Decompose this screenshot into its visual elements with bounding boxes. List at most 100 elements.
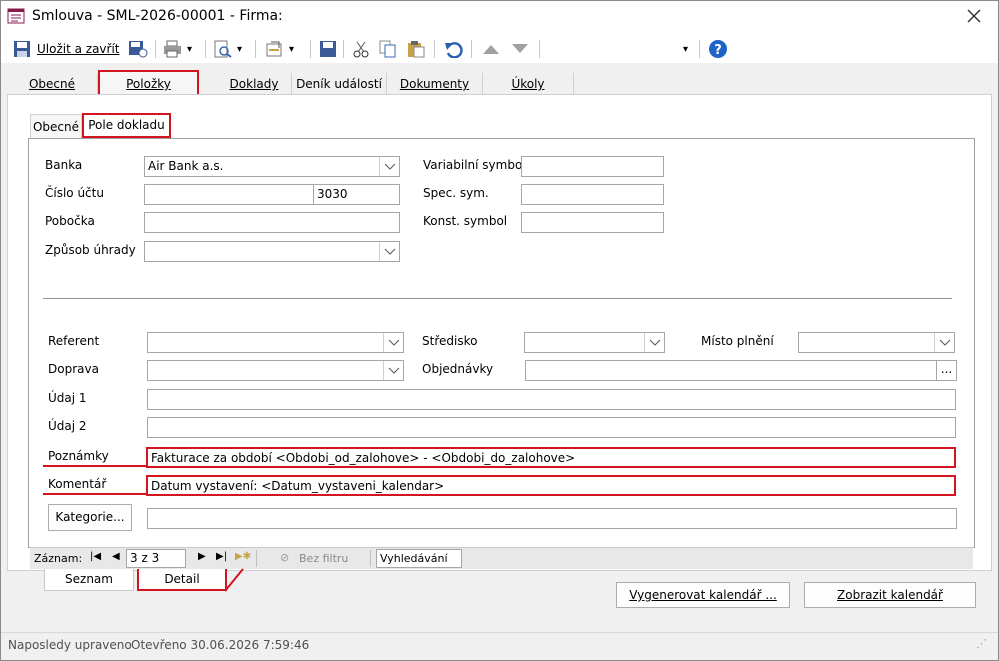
variabilni-label: Variabilní symbol (423, 158, 526, 172)
objednavky-label: Objednávky (422, 362, 494, 376)
udaj2-input[interactable] (147, 417, 956, 438)
poznamky-input[interactable]: Fakturace za období <Obdobi_od_zalohove>… (146, 447, 956, 468)
tab-doklady-label: Doklady (229, 77, 279, 91)
next-record-icon[interactable]: ▶ (198, 551, 206, 562)
move-up-button[interactable] (481, 38, 501, 60)
paste-icon (408, 41, 425, 58)
subtab-pole-label: Pole dokladu (88, 118, 165, 132)
doprava-select[interactable] (147, 360, 404, 381)
copy-button[interactable] (379, 38, 397, 60)
banka-select[interactable]: Air Bank a.s. (144, 156, 400, 177)
save-icon-button[interactable] (128, 38, 148, 60)
komentar-input[interactable]: Datum vystavení: <Datum_vystaveni_kalend… (146, 475, 956, 496)
help-button[interactable]: ? (708, 38, 728, 60)
copy-icon (379, 40, 396, 58)
ellipsis-label: ... (940, 362, 953, 376)
cislo-uctu-input[interactable] (144, 184, 314, 205)
poznamky-underline (43, 465, 147, 467)
subtab-pole-dokladu[interactable]: Pole dokladu (82, 113, 171, 138)
paste-button[interactable] (407, 38, 425, 60)
kod-banky-input[interactable]: 3030 (313, 184, 400, 205)
generate-calendar-label: Vygenerovat kalendář ... (629, 588, 777, 602)
chevron-down-icon[interactable] (379, 157, 399, 176)
tab-polozky-label: Položky (126, 77, 171, 91)
udaj1-label: Údaj 1 (48, 391, 87, 405)
preview-dropdown-icon[interactable]: ▾ (237, 44, 242, 55)
tab-denik-label: Deník událostí (296, 77, 382, 91)
search-input[interactable]: Vyhledávání (376, 549, 462, 568)
save-close-button[interactable]: Uložit a zavřít (13, 38, 120, 60)
title-bar: Smlouva - SML-2026-00001 - Firma: (1, 1, 998, 33)
resize-grip-icon[interactable]: ⋰ (976, 637, 987, 650)
pobocka-input[interactable] (144, 212, 400, 233)
cut-button[interactable] (352, 38, 370, 60)
subtab-obecne[interactable]: Obecné (30, 114, 82, 140)
doprava-label: Doprava (48, 362, 99, 376)
record-position-input[interactable]: 3 z 3 (126, 549, 186, 568)
print-dropdown-icon[interactable]: ▾ (187, 44, 192, 55)
misto-plneni-label: Místo plnění (701, 334, 774, 348)
tab-polozky[interactable]: Položky (98, 70, 199, 97)
zpusob-uhrady-label: Způsob úhrady (45, 243, 136, 257)
udaj1-input[interactable] (147, 389, 956, 410)
record-label: Záznam: (34, 552, 83, 565)
zpusob-uhrady-select[interactable] (144, 241, 400, 262)
komentar-value: Datum vystavení: <Datum_vystaveni_kalend… (151, 479, 445, 493)
referent-select[interactable] (147, 332, 404, 353)
preview-button[interactable]: ▾ (213, 38, 242, 60)
export-button[interactable]: ▾ (265, 38, 294, 60)
chevron-down-icon[interactable] (383, 333, 403, 352)
tab-seznam-label: Seznam (65, 572, 113, 586)
last-record-icon[interactable]: ▶| (216, 551, 227, 562)
tab-ukoly[interactable]: Úkoly (483, 73, 574, 95)
close-icon[interactable] (963, 5, 985, 27)
chevron-down-icon[interactable] (379, 242, 399, 261)
print-preview-icon (214, 40, 232, 58)
filter-label[interactable]: Bez filtru (299, 552, 348, 565)
variabilni-input[interactable] (521, 156, 664, 177)
tab-seznam[interactable]: Seznam (44, 569, 134, 591)
arrow-down-icon (512, 44, 528, 53)
save-all-button[interactable] (319, 38, 337, 60)
status-opened: Otevřeno 30.06.2026 7:59:46 (131, 638, 310, 652)
first-record-icon[interactable]: |◀ (90, 551, 101, 562)
cut-icon (353, 41, 369, 58)
banka-value: Air Bank a.s. (148, 159, 224, 173)
komentar-label: Komentář (48, 477, 107, 491)
chevron-down-icon[interactable] (934, 333, 954, 352)
kategorie-input[interactable] (147, 508, 957, 529)
print-button[interactable]: ▾ (163, 38, 192, 60)
status-last-edited: Naposledy upraveno (8, 638, 132, 652)
generate-calendar-button[interactable]: Vygenerovat kalendář ... (616, 582, 790, 608)
tab-dokumenty-label: Dokumenty (399, 77, 470, 91)
stredisko-select[interactable] (524, 332, 665, 353)
tab-doklady[interactable]: Doklady (217, 73, 292, 95)
arrow-up-icon (483, 45, 499, 54)
detail-tab-edge (224, 568, 244, 592)
record-navigation: Záznam: |◀ ◀ 3 z 3 ▶ ▶| ▶✱ ⊘ Bez filtru … (30, 547, 973, 569)
tab-dokumenty[interactable]: Dokumenty (387, 73, 483, 95)
spec-sym-input[interactable] (521, 184, 664, 205)
filter-icon[interactable]: ⊘ (280, 551, 289, 564)
konst-symbol-input[interactable] (521, 212, 664, 233)
spec-sym-label: Spec. sym. (423, 186, 489, 200)
kategorie-button[interactable]: Kategorie... (48, 504, 132, 531)
move-down-button[interactable] (510, 38, 530, 60)
chevron-down-icon[interactable] (644, 333, 664, 352)
toolbar: Uložit a zavřít ▾ ▾ ▾ ▾ ? (1, 33, 998, 63)
misto-plneni-select[interactable] (798, 332, 955, 353)
tab-denik[interactable]: Deník událostí (292, 73, 387, 95)
pobocka-label: Pobočka (45, 214, 95, 228)
save-icon (14, 41, 30, 57)
objednavky-input[interactable] (525, 360, 937, 381)
new-record-icon[interactable]: ▶✱ (235, 551, 251, 562)
undo-button[interactable] (444, 38, 464, 60)
tab-detail[interactable]: Detail (137, 569, 227, 591)
show-calendar-button[interactable]: Zobrazit kalendář (804, 582, 976, 608)
objednavky-ellipsis-button[interactable]: ... (936, 360, 957, 381)
tab-obecne[interactable]: Obecné (7, 73, 98, 95)
prev-record-icon[interactable]: ◀ (112, 551, 120, 562)
export-dropdown-icon[interactable]: ▾ (289, 44, 294, 55)
chevron-down-icon[interactable] (383, 361, 403, 380)
toolbar-dropdown-icon[interactable]: ▾ (683, 38, 688, 60)
